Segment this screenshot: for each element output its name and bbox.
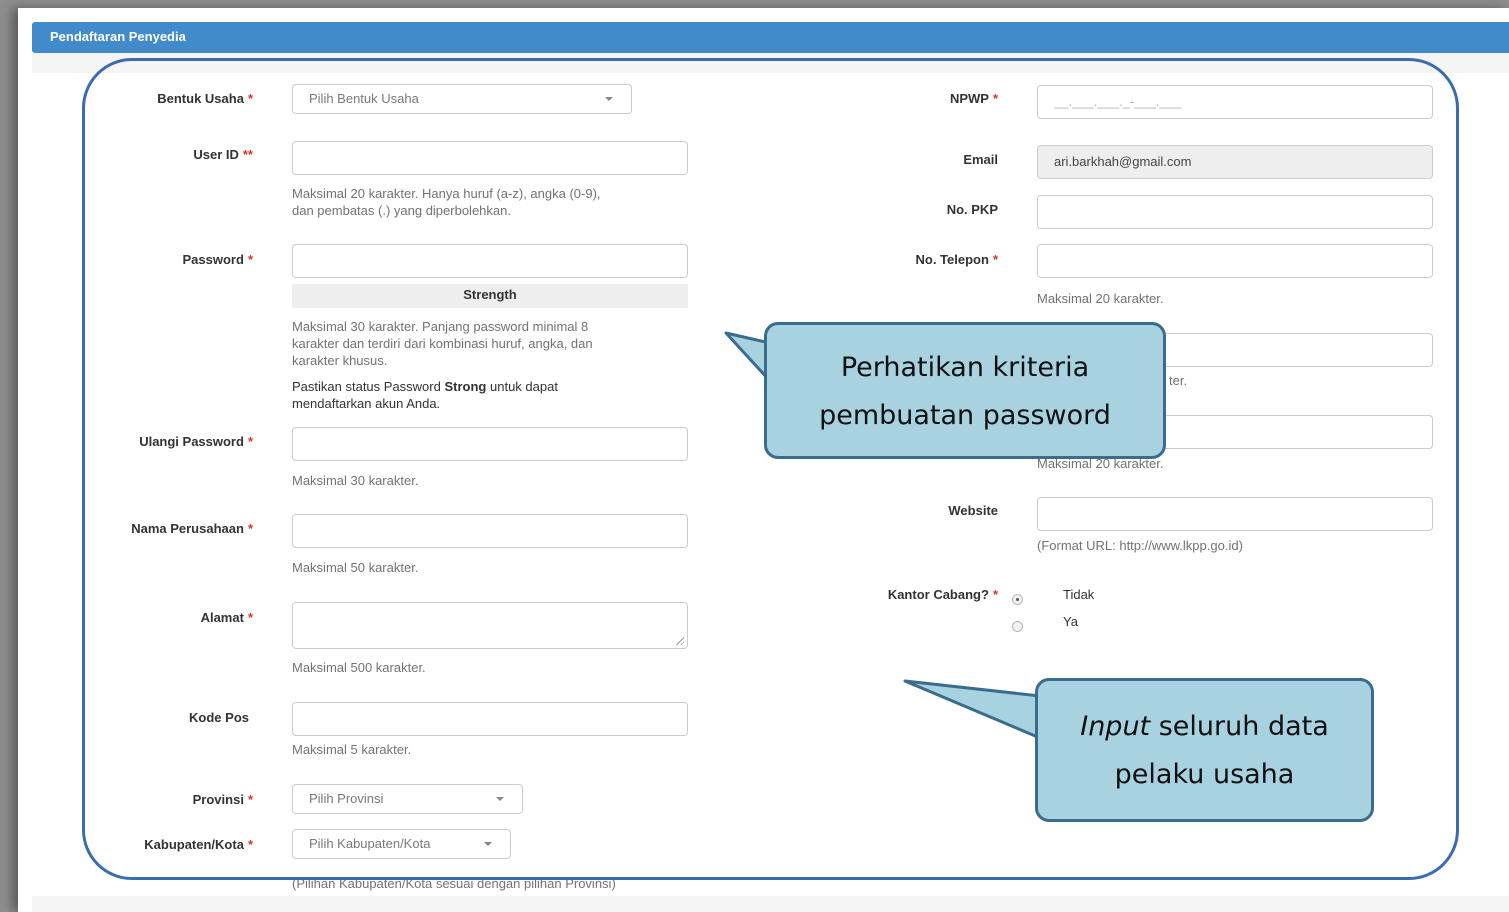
alamat-help: Maksimal 500 karakter. <box>292 660 426 675</box>
radio-tidak-label: Tidak <box>1063 587 1095 602</box>
password-tip-line2: pembuatan password <box>819 400 1111 431</box>
input-tip-callout: Input seluruh data pelaku usaha <box>1035 678 1374 822</box>
callout-pointer <box>903 679 1042 740</box>
panel-body-top-strip <box>32 53 1509 73</box>
npwp-input[interactable]: __.___.___._-___.___ <box>1037 85 1433 119</box>
provinsi-placeholder: Pilih Provinsi <box>309 791 384 806</box>
input-tip-line2: pelaku usaha <box>1114 759 1295 790</box>
no-pkp-input[interactable] <box>1037 195 1433 229</box>
website-help: (Format URL: http://www.lkpp.go.id) <box>1037 538 1243 553</box>
password-strong-note: Pastikan status Password Strong untuk da… <box>292 379 558 411</box>
kabupaten-label: Kabupaten/Kota * <box>144 837 253 852</box>
ulangi-password-help: Maksimal 30 karakter. <box>292 473 419 488</box>
no-telepon-help: Maksimal 20 karakter. <box>1037 291 1164 306</box>
password-help: Maksimal 30 karakter. Panjang password m… <box>292 319 593 368</box>
kabupaten-placeholder: Pilih Kabupaten/Kota <box>309 836 431 851</box>
provinsi-label: Provinsi * <box>192 792 253 807</box>
password-tip-line1: Perhatikan kriteria <box>840 352 1090 383</box>
field-5-help: ter. <box>1169 373 1188 388</box>
panel-header: Pendaftaran Penyedia <box>32 22 1509 53</box>
email-label: Email <box>963 152 998 167</box>
panel-title: Pendaftaran Penyedia <box>50 29 186 44</box>
nama-perusahaan-help: Maksimal 50 karakter. <box>292 560 419 575</box>
resize-handle-icon[interactable] <box>675 636 684 645</box>
user-id-label: User ID ** <box>193 147 253 162</box>
kode-pos-label: Kode Pos <box>189 710 249 725</box>
password-strength-meter: Strength <box>292 284 688 308</box>
ulangi-password-label: Ulangi Password * <box>139 434 253 449</box>
kabupaten-help: (Pilihan Kabupaten/Kota sesuai dengan pi… <box>292 876 616 891</box>
radio-tidak[interactable] <box>1012 594 1023 605</box>
email-field[interactable]: ari.barkhah@gmail.com <box>1037 145 1433 179</box>
alamat-textarea[interactable] <box>292 602 688 649</box>
bentuk-usaha-select[interactable]: Pilih Bentuk Usaha <box>292 84 632 114</box>
input-tip-line1: Input seluruh data <box>1080 711 1329 742</box>
kantor-cabang-label: Kantor Cabang? * <box>887 587 998 602</box>
radio-ya[interactable] <box>1012 621 1023 632</box>
provinsi-select[interactable]: Pilih Provinsi <box>292 784 523 814</box>
website-input[interactable] <box>1037 497 1433 531</box>
alamat-label: Alamat * <box>200 610 253 625</box>
password-label: Password * <box>182 252 253 267</box>
kode-pos-help: Maksimal 5 karakter. <box>292 742 412 757</box>
npwp-label: NPWP * <box>949 91 998 106</box>
bentuk-usaha-placeholder: Pilih Bentuk Usaha <box>309 91 419 106</box>
bentuk-usaha-label: Bentuk Usaha * <box>157 91 253 106</box>
nama-perusahaan-input[interactable] <box>292 514 688 548</box>
chevron-down-icon <box>605 97 613 101</box>
password-tip-callout: Perhatikan kriteria pembuatan password <box>764 322 1166 459</box>
chevron-down-icon <box>496 797 504 801</box>
user-id-input[interactable] <box>292 141 688 175</box>
nama-perusahaan-label: Nama Perusahaan * <box>131 521 253 536</box>
password-input[interactable] <box>292 244 688 278</box>
no-pkp-label: No. PKP <box>946 202 998 217</box>
kode-pos-input[interactable] <box>292 702 688 736</box>
kabupaten-select[interactable]: Pilih Kabupaten/Kota <box>292 829 511 859</box>
chevron-down-icon <box>484 842 492 846</box>
ulangi-password-input[interactable] <box>292 427 688 461</box>
no-telepon-label: No. Telepon * <box>915 252 999 267</box>
user-id-help: Maksimal 20 karakter. Hanya huruf (a-z),… <box>292 186 601 218</box>
panel-body-bottom-strip <box>32 896 1509 912</box>
website-label: Website <box>948 503 998 518</box>
no-telepon-input[interactable] <box>1037 244 1433 278</box>
radio-ya-label: Ya <box>1063 614 1078 629</box>
